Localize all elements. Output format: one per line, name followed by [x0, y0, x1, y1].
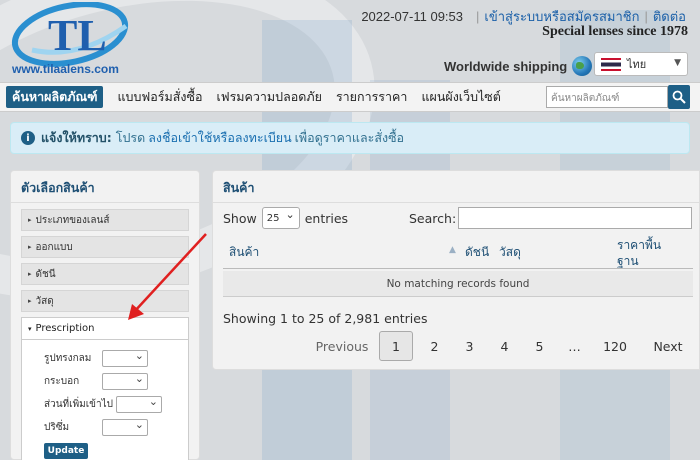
pagination-previous[interactable]: Previous	[309, 331, 375, 361]
products-panel-title: สินค้า	[213, 171, 699, 203]
table-search-input[interactable]	[458, 207, 692, 229]
pagination-page[interactable]: 2	[417, 331, 452, 361]
caret-down-icon: ▾	[28, 324, 32, 333]
add-label: ส่วนที่เพิ่มเข้าไป	[44, 398, 113, 410]
filter-section-index[interactable]: ▸ ดัชนี	[21, 263, 189, 285]
filter-panel-title: ตัวเลือกสินค้า	[11, 171, 199, 203]
search-icon	[672, 90, 686, 104]
chevron-down-icon: ▼	[674, 58, 681, 68]
filter-section-design[interactable]: ▸ ออกแบบ	[21, 236, 189, 258]
products-panel: สินค้า Show 25 entries Search: สินค้า ▲ …	[212, 170, 700, 370]
notice-label: แจ้งให้ทราบ:	[41, 130, 112, 145]
tagline: Special lenses since 1978	[542, 24, 688, 39]
caret-right-icon: ▸	[28, 297, 32, 305]
page-length-select[interactable]: 25	[261, 207, 300, 229]
sphere-label: รูปทรงกลม	[44, 352, 92, 364]
pagination-page[interactable]: 4	[487, 331, 522, 361]
info-icon: i	[21, 131, 35, 145]
filter-section-material[interactable]: ▸ วัสดุ	[21, 290, 189, 312]
main-nav: ค้นหาผลิตภัณฑ์ แบบฟอร์มสั่งซื้อ เฟรมความ…	[0, 82, 700, 112]
filter-panel: ตัวเลือกสินค้า ▸ ประเภทของเลนส์ ▸ ออกแบบ…	[10, 170, 200, 460]
cylinder-select[interactable]	[102, 372, 148, 390]
site-header: TL www.tilaalens.com 2022-07-11 09:53 | …	[0, 0, 700, 82]
nav-item-price-list[interactable]: รายการราคา	[336, 87, 407, 107]
sort-asc-icon: ▲	[449, 245, 456, 255]
column-header-base-price[interactable]: ราคาพื้นฐาน	[617, 237, 669, 269]
language-select[interactable]: ไทย ▼	[594, 52, 688, 76]
login-notice: i แจ้งให้ทราบ: โปรด ลงชื่อเข้าใช้หรือลงท…	[10, 122, 690, 154]
pagination-next[interactable]: Next	[638, 331, 698, 361]
cylinder-label: กระบอก	[44, 375, 80, 387]
prism-select[interactable]	[102, 418, 148, 436]
table-empty-row: No matching records found	[223, 271, 693, 297]
pagination-ellipsis: …	[568, 338, 581, 354]
login-register-link[interactable]: ลงชื่อเข้าใช้หรือลงทะเบียน	[148, 128, 291, 148]
prescription-header[interactable]: ▾ Prescription	[22, 318, 188, 340]
filter-section-lens-type[interactable]: ▸ ประเภทของเลนส์	[21, 209, 189, 231]
nav-item-safety-frames[interactable]: เฟรมความปลอดภัย	[216, 87, 322, 107]
column-header-product[interactable]: สินค้า	[229, 243, 259, 262]
pagination-page[interactable]: 5	[522, 331, 557, 361]
caret-right-icon: ▸	[28, 243, 32, 251]
caret-right-icon: ▸	[28, 216, 32, 224]
nav-search-input[interactable]: ค้นหาผลิตภัณฑ์	[546, 86, 668, 108]
nav-item-order-form[interactable]: แบบฟอร์มสั่งซื้อ	[117, 87, 202, 107]
filter-section-prescription: ▾ Prescription รูปทรงกลม กระบอก ส่วนที่เ…	[21, 317, 189, 460]
thai-flag-icon	[601, 57, 621, 71]
add-select[interactable]	[116, 395, 162, 413]
pagination-page-current[interactable]: 1	[379, 331, 413, 361]
globe-icon	[572, 56, 593, 76]
pagination-page[interactable]: 3	[452, 331, 487, 361]
pagination: Previous 1 2 3 4 5 … 120 Next	[309, 331, 698, 361]
prism-label: ปริซึ่ม	[44, 421, 70, 433]
site-url[interactable]: www.tilaalens.com	[12, 62, 119, 76]
table-header: สินค้า ▲ ดัชนี วัสดุ ราคาพื้นฐาน	[223, 235, 693, 269]
nav-item-product-search[interactable]: ค้นหาผลิตภัณฑ์	[6, 86, 104, 108]
pagination-page-last[interactable]: 120	[592, 331, 638, 361]
page-length-control: Show 25 entries	[223, 207, 348, 229]
svg-text:TL: TL	[48, 11, 107, 60]
search-button[interactable]	[668, 85, 690, 109]
table-search-label: Search:	[409, 211, 457, 226]
shipping-label: Worldwide shipping	[444, 56, 593, 76]
datetime: 2022-07-11 09:53	[361, 9, 463, 24]
nav-item-sitemap[interactable]: แผนผังเว็บไซต์	[421, 87, 500, 107]
update-button[interactable]: Update	[44, 443, 88, 459]
sphere-select[interactable]	[102, 349, 148, 367]
caret-right-icon: ▸	[28, 270, 32, 278]
column-header-material[interactable]: วัสดุ	[499, 243, 521, 262]
column-header-index[interactable]: ดัชนี	[465, 243, 489, 262]
language-value: ไทย	[627, 58, 647, 71]
table-info: Showing 1 to 25 of 2,981 entries	[223, 311, 428, 326]
